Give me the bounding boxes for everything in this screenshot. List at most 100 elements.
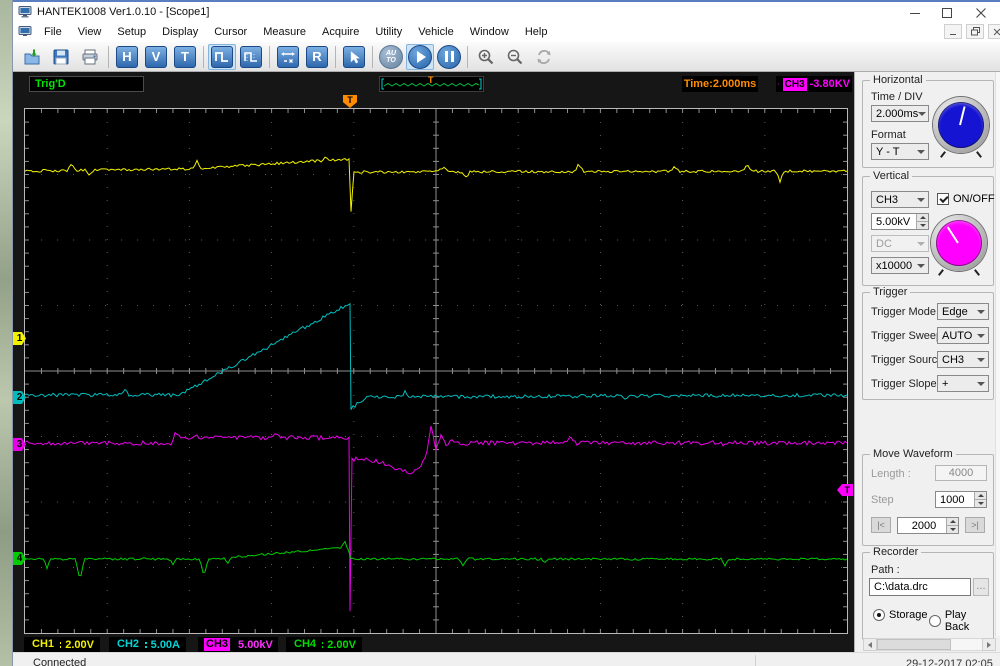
scroll-right-arrow[interactable] [982, 638, 996, 651]
recorder-group: Recorder Path : C:\data.drc ... Storage … [862, 546, 994, 640]
pause-button[interactable] [435, 44, 463, 70]
waveform-measure-button[interactable] [237, 44, 265, 70]
trigger-mode-select[interactable]: Edge [937, 303, 989, 320]
menu-utility[interactable]: Utility [367, 24, 410, 40]
panel-horizontal-scrollbar[interactable] [863, 638, 996, 651]
toolbar: H V T R AU TO [13, 42, 1000, 72]
refresh-button[interactable] [530, 44, 558, 70]
timebase-knob[interactable] [933, 97, 989, 153]
vertical-position-knob[interactable] [931, 215, 987, 271]
cursor-measure-button[interactable] [274, 44, 302, 70]
menu-measure[interactable]: Measure [255, 24, 314, 40]
playback-radio[interactable]: Play Back [929, 609, 993, 633]
menu-vehicle[interactable]: Vehicle [410, 24, 461, 40]
datetime-status: 29-12-2017 02:05 [906, 658, 993, 666]
horizontal-panel-button[interactable]: H [113, 44, 141, 70]
channel-onoff-checkbox[interactable]: ON/OFF [937, 193, 995, 205]
status-bar: Connected 29-12-2017 02:05 [13, 652, 1000, 666]
trigger-slope-select[interactable]: + [937, 375, 989, 392]
ch2-label: CH2 [117, 638, 140, 650]
trigger-group: Trigger Trigger Mode Edge Trigger Sweep … [862, 286, 994, 400]
scroll-left-arrow[interactable] [863, 638, 877, 651]
menu-bar: File View Setup Display Cursor Measure A… [13, 22, 1000, 42]
mdi-close-button[interactable] [988, 24, 1000, 39]
ch4-readout[interactable]: CH4 2.00V [286, 637, 362, 652]
pointer-tool-button[interactable] [340, 44, 368, 70]
browse-button[interactable]: ... [973, 578, 989, 596]
menu-help[interactable]: Help [517, 24, 556, 40]
format-select[interactable]: Y - T [871, 143, 929, 160]
spinner-arrows[interactable] [916, 214, 928, 229]
menu-view[interactable]: View [70, 24, 110, 40]
autoset-button[interactable]: AU TO [377, 44, 405, 70]
panel-vertical-scrollbar[interactable] [995, 72, 1000, 636]
v-letter-icon: V [145, 45, 167, 68]
close-button[interactable] [968, 2, 994, 24]
menu-acquire[interactable]: Acquire [314, 24, 367, 40]
radio-icon [929, 615, 941, 627]
toolbar-separator [269, 45, 270, 68]
move-waveform-group: Move Waveform Length : 4000 Step 1000 |<… [862, 448, 994, 546]
move-waveform-title: Move Waveform [870, 448, 956, 460]
path-input[interactable]: C:\data.drc [869, 578, 971, 596]
vertical-group: Vertical CH3 ON/OFF 5.00kV DC x10000 [862, 170, 995, 286]
trigger-group-title: Trigger [870, 286, 911, 298]
mdi-minimize-button[interactable] [944, 24, 962, 39]
mdi-minimize-icon [950, 33, 956, 35]
vertical-panel-button[interactable]: V [142, 44, 170, 70]
mdi-restore-button[interactable] [966, 24, 984, 39]
zoom-in-button[interactable] [472, 44, 500, 70]
ch2-readout[interactable]: CH2 5.00A [109, 637, 186, 652]
pulse-icon [211, 45, 233, 68]
position-spinner[interactable]: 2000 [897, 517, 959, 534]
menu-file[interactable]: File [36, 24, 70, 40]
probe-attenuation-select[interactable]: x10000 [871, 257, 929, 274]
ch3-readout[interactable]: CH3 5.00kV [198, 637, 278, 652]
trigger-time-marker[interactable]: T [343, 95, 357, 108]
storage-radio[interactable]: Storage [873, 609, 928, 621]
trigger-panel-button[interactable]: T [171, 44, 199, 70]
go-first-button[interactable]: |< [871, 517, 891, 533]
menu-window[interactable]: Window [462, 24, 517, 40]
trigger-sweep-select[interactable]: AUTO [937, 327, 989, 344]
minimize-button[interactable] [902, 2, 928, 24]
trigger-source-select[interactable]: CH3 [937, 351, 989, 368]
ch1-label: CH1 [32, 638, 55, 650]
path-label: Path : [871, 564, 900, 576]
menu-cursor[interactable]: Cursor [206, 24, 255, 40]
channel-select[interactable]: CH3 [871, 191, 929, 208]
volts-div-spinner[interactable]: 5.00kV [871, 213, 929, 230]
print-button[interactable] [76, 44, 104, 70]
dc-coupling-icon [60, 641, 62, 648]
open-button[interactable] [18, 44, 46, 70]
go-last-button[interactable]: >| [965, 517, 985, 533]
rising-edge-icon [778, 83, 780, 85]
trigger-status-badge: Trig'D [29, 76, 144, 92]
scrollbar-thumb[interactable] [877, 639, 951, 650]
menu-display[interactable]: Display [154, 24, 206, 40]
zoom-out-button[interactable] [501, 44, 529, 70]
coupling-select: DC [871, 235, 929, 252]
minimize-icon [910, 13, 920, 14]
run-button[interactable] [406, 43, 434, 70]
waveform-preview[interactable]: T [379, 75, 484, 92]
spinner-arrows[interactable] [974, 492, 986, 507]
mdi-child-icon [18, 26, 32, 36]
control-panel: Horizontal Time / DIV 2.000ms Format Y -… [854, 72, 1000, 652]
step-spinner[interactable]: 1000 [935, 491, 987, 508]
ch4-scale: 2.00V [327, 638, 356, 651]
ref-waveform-button[interactable]: R [303, 44, 331, 70]
toolbar-separator [335, 45, 336, 68]
spinner-arrows[interactable] [946, 518, 958, 533]
graticule [24, 108, 848, 634]
ch1-readout[interactable]: CH1 2.00V [24, 637, 100, 652]
save-button[interactable] [47, 44, 75, 70]
waveform-plot [25, 109, 847, 633]
menu-setup[interactable]: Setup [109, 24, 154, 40]
horizontal-group: Horizontal Time / DIV 2.000ms Format Y -… [862, 74, 994, 168]
time-div-select[interactable]: 2.000ms [871, 105, 929, 122]
ch1-scale: 2.00V [65, 638, 94, 651]
scrollbar-track[interactable] [877, 638, 982, 651]
maximize-button[interactable] [934, 2, 960, 24]
waveform-mode-button[interactable] [208, 43, 236, 70]
